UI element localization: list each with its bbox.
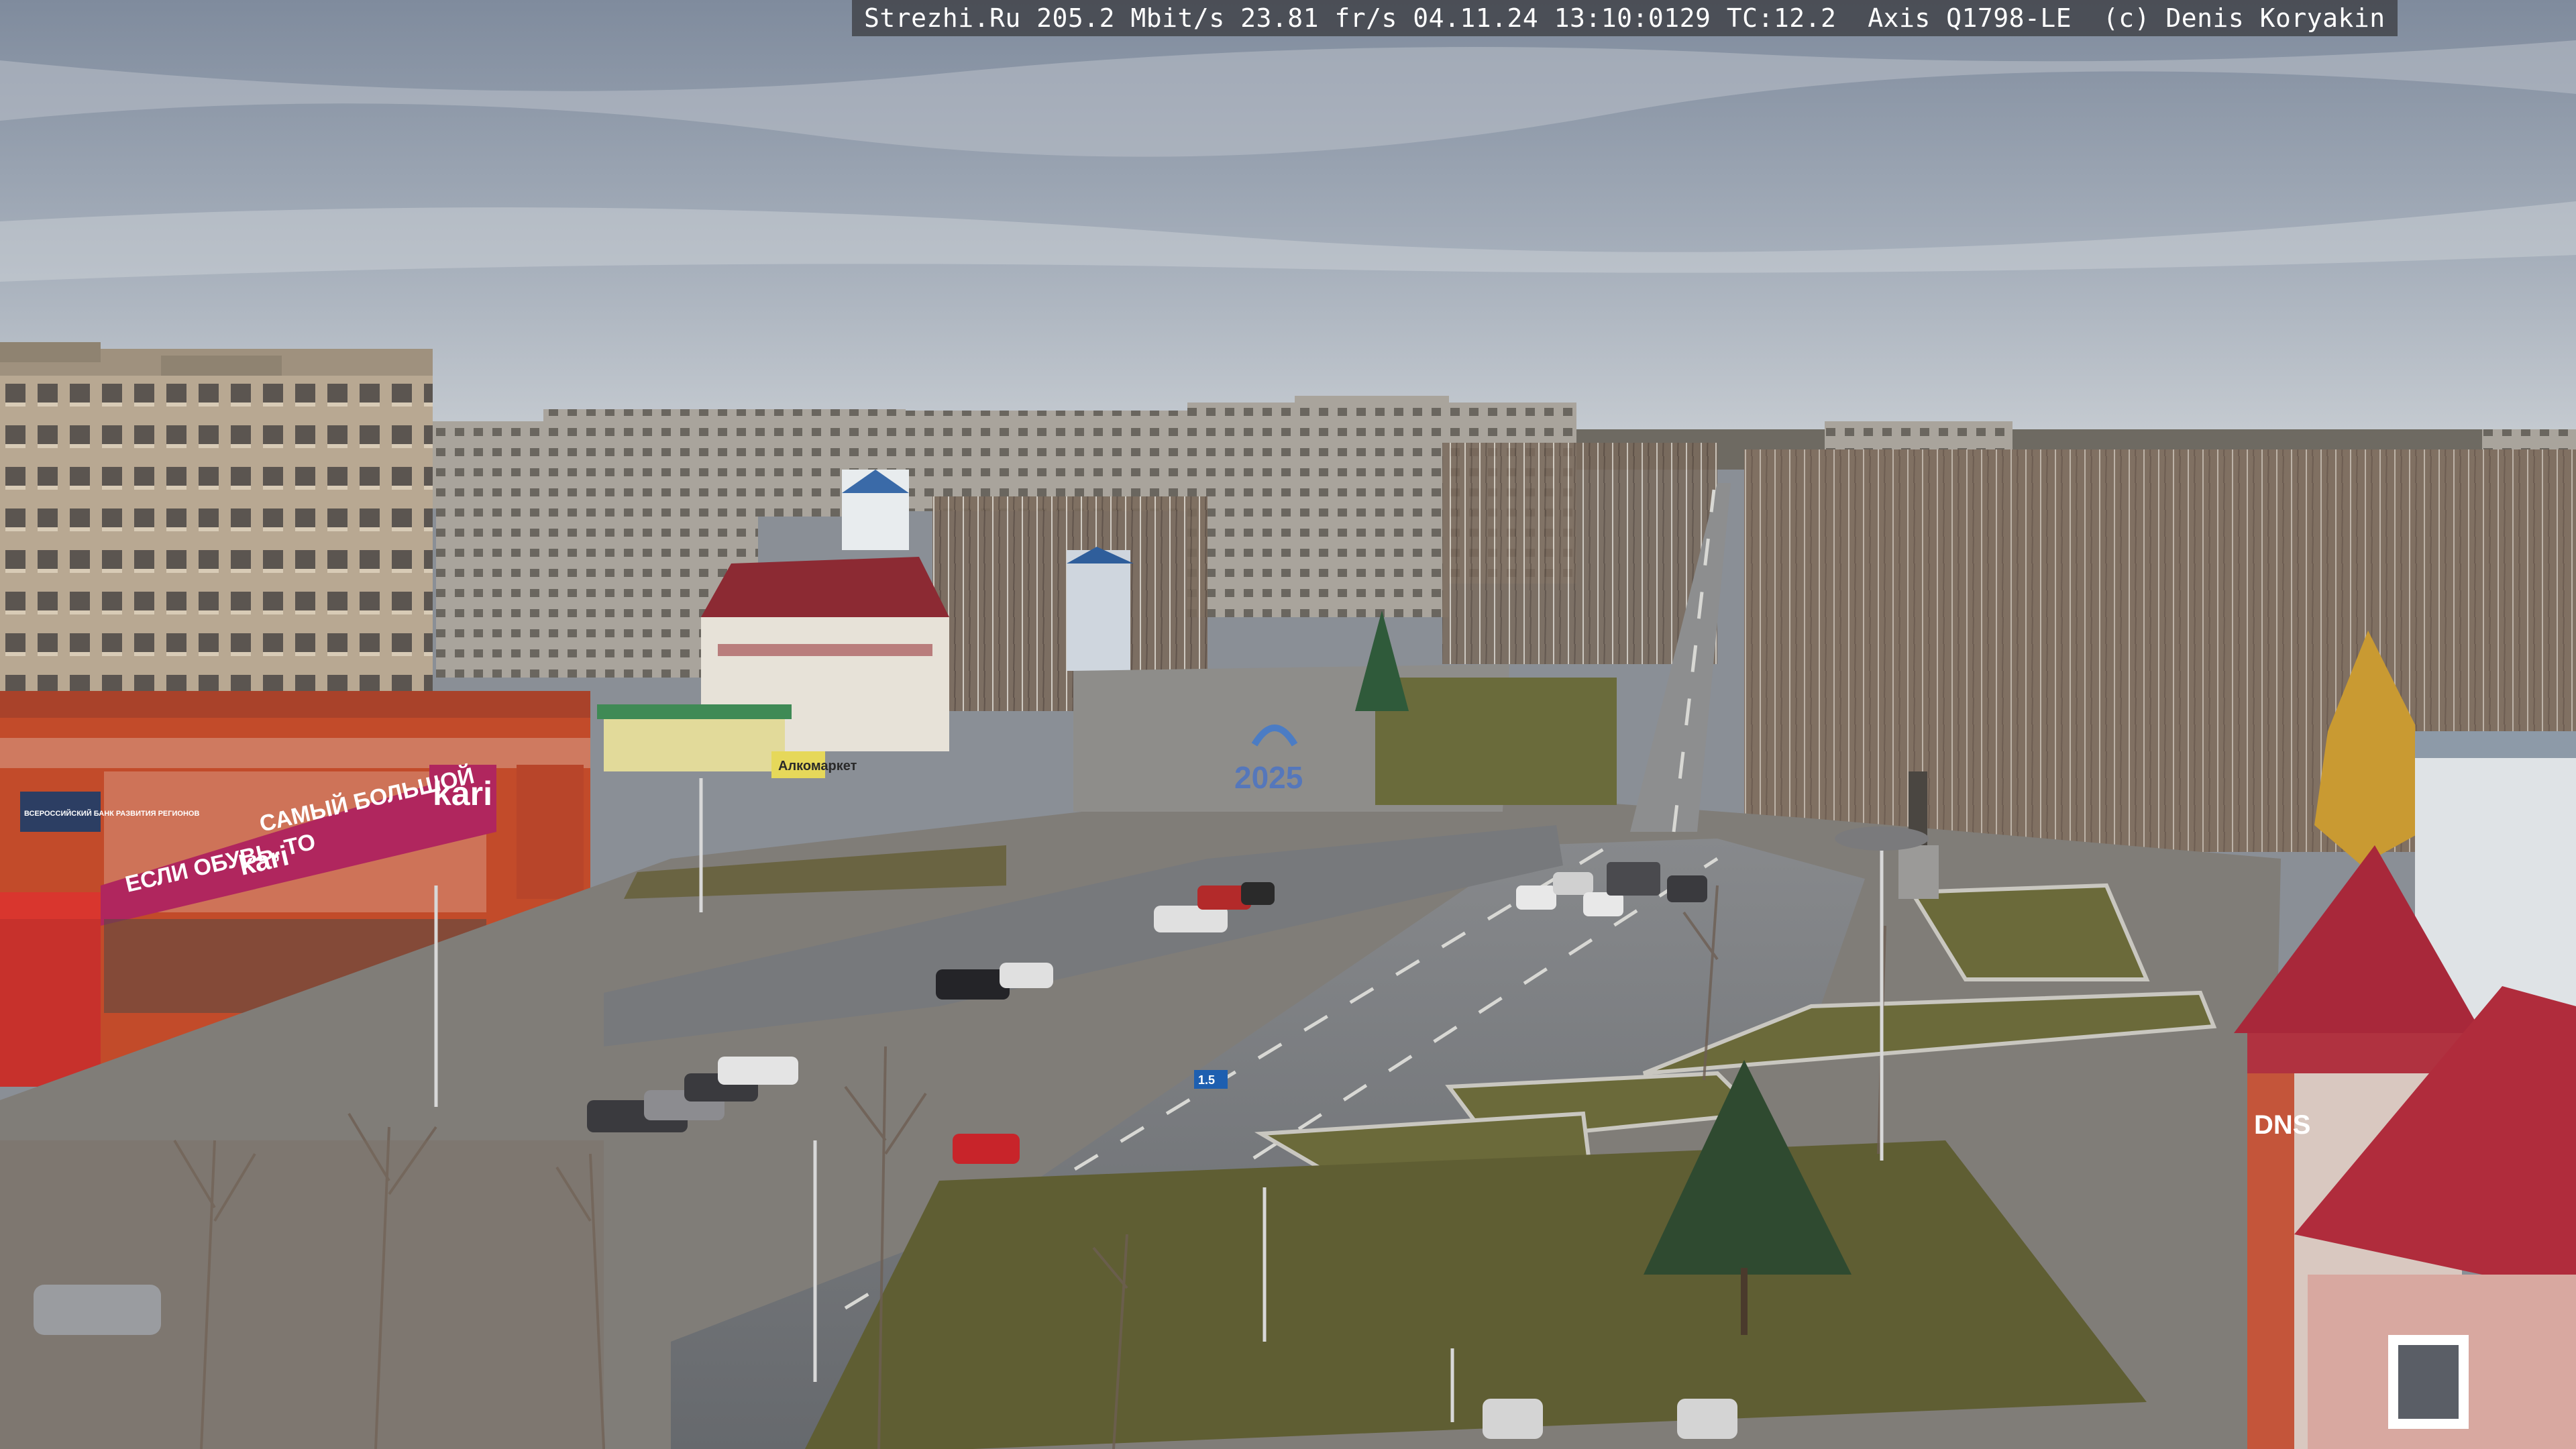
webcam-frame: Алкомаркет kari САМЫЙ БОЛЬШОЙ ЕСЛИ ОБУВЬ… bbox=[0, 0, 2576, 1449]
kiosk-sign: Алкомаркет bbox=[778, 759, 857, 773]
blue-roof-building bbox=[1067, 550, 1130, 671]
monument-base bbox=[1898, 845, 1939, 899]
office-sign: ВСЕРОССИЙСКИЙ БАНК РАЗВИТИЯ РЕГИОНОВ bbox=[24, 809, 199, 818]
lawn-lower bbox=[805, 1140, 2147, 1449]
round-lamp-top bbox=[1835, 826, 1929, 851]
road-sign-text: 1.5 bbox=[1198, 1073, 1215, 1087]
square-year-sign: 2025 bbox=[1234, 760, 1303, 795]
christmas-tree bbox=[1355, 610, 1409, 711]
camera-overlay-text: Strezhi.Ru 205.2 Mbit/s 23.81 fr/s 04.11… bbox=[852, 0, 2398, 36]
city-street-scene: Алкомаркет kari САМЫЙ БОЛЬШОЙ ЕСЛИ ОБУВЬ… bbox=[0, 0, 2576, 1449]
dns-sign: DNS bbox=[2254, 1110, 2310, 1140]
